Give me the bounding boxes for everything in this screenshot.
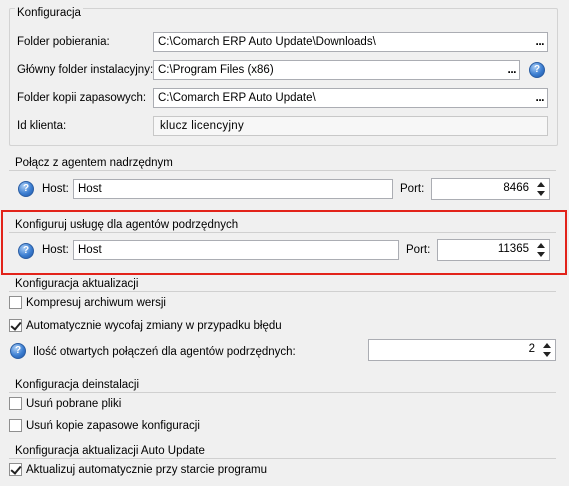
parent-port-spinner[interactable]: 8466 — [431, 178, 550, 200]
parent-port-value: 8466 — [503, 182, 529, 194]
child-agents-separator — [9, 232, 556, 233]
install-folder-value: C:\Program Files (x86) — [158, 64, 274, 76]
parent-host-label: Host: — [42, 183, 69, 195]
child-agents-help-icon[interactable]: ? — [18, 243, 34, 259]
connections-up-icon[interactable] — [543, 343, 551, 348]
child-agents-title: Konfiguruj usługę dla agentów podrzędnyc… — [15, 219, 239, 231]
update-config-title: Konfiguracja aktualizacji — [15, 278, 139, 290]
uninstall-config-separator — [9, 392, 556, 393]
client-id-label: Id klienta: — [17, 120, 67, 132]
parent-host-field[interactable]: Host — [73, 179, 393, 199]
parent-host-value: Host — [78, 183, 102, 195]
parent-port-up-icon[interactable] — [537, 182, 545, 187]
remove-backups-checkbox[interactable] — [9, 419, 22, 432]
download-folder-value: C:\Comarch ERP Auto Update\Downloads\ — [158, 36, 376, 48]
connections-down-icon[interactable] — [543, 352, 551, 357]
backup-folder-label: Folder kopii zapasowych: — [17, 92, 147, 104]
compress-checkbox[interactable] — [9, 296, 22, 309]
install-folder-help-icon[interactable]: ? — [529, 62, 545, 78]
install-folder-label: Główny folder instalacyjny: — [17, 64, 154, 76]
child-host-field[interactable]: Host — [73, 240, 399, 260]
uninstall-config-title: Konfiguracja deinstalacji — [15, 379, 140, 391]
child-host-label: Host: — [42, 244, 69, 256]
backup-folder-value: C:\Comarch ERP Auto Update\ — [158, 92, 316, 104]
connections-value: 2 — [528, 343, 535, 355]
parent-agent-separator — [9, 170, 556, 171]
child-host-value: Host — [78, 244, 102, 256]
remove-downloads-checkbox[interactable] — [9, 397, 22, 410]
child-port-label: Port: — [406, 244, 431, 256]
connections-stepper-arrows[interactable] — [541, 341, 553, 359]
autoupdate-config-separator — [9, 458, 556, 459]
compress-label[interactable]: Kompresuj archiwum wersji — [26, 297, 166, 309]
client-id-value: klucz licencyjny — [160, 120, 245, 132]
child-port-value: 11365 — [497, 243, 529, 255]
parent-agent-help-icon[interactable]: ? — [18, 181, 34, 197]
config-title: Konfiguracja — [15, 7, 83, 19]
backup-folder-field[interactable]: C:\Comarch ERP Auto Update\ ... — [153, 88, 548, 108]
remove-backups-label[interactable]: Usuń kopie zapasowe konfiguracji — [26, 420, 200, 432]
update-config-separator — [9, 291, 556, 292]
parent-agent-title: Połącz z agentem nadrzędnym — [15, 157, 173, 169]
rollback-label[interactable]: Automatycznie wycofaj zmiany w przypadku… — [26, 320, 282, 332]
parent-port-down-icon[interactable] — [537, 191, 545, 196]
remove-downloads-label[interactable]: Usuń pobrane pliki — [26, 398, 121, 410]
connections-label: Ilość otwartych połączeń dla agentów pod… — [33, 346, 296, 358]
child-port-spinner[interactable]: 11365 — [437, 239, 550, 261]
child-port-up-icon[interactable] — [537, 243, 545, 248]
autoupdate-config-title: Konfiguracja aktualizacji Auto Update — [15, 445, 205, 457]
connections-spinner[interactable]: 2 — [368, 339, 556, 361]
child-port-down-icon[interactable] — [537, 252, 545, 257]
auto-update-checkbox[interactable] — [9, 463, 22, 476]
parent-port-stepper-arrows[interactable] — [535, 180, 547, 198]
browse-backup-button[interactable]: ... — [535, 91, 544, 103]
auto-update-label[interactable]: Aktualizuj automatycznie przy starcie pr… — [26, 464, 267, 476]
parent-port-label: Port: — [400, 183, 425, 195]
client-id-field[interactable]: klucz licencyjny — [153, 116, 548, 136]
download-folder-label: Folder pobierania: — [17, 36, 110, 48]
child-port-stepper-arrows[interactable] — [535, 241, 547, 259]
install-folder-field[interactable]: C:\Program Files (x86) ... — [153, 60, 520, 80]
browse-install-button[interactable]: ... — [507, 63, 516, 75]
connections-help-icon[interactable]: ? — [10, 343, 26, 359]
download-folder-field[interactable]: C:\Comarch ERP Auto Update\Downloads\ ..… — [153, 32, 548, 52]
browse-download-button[interactable]: ... — [535, 35, 544, 47]
rollback-checkbox[interactable] — [9, 319, 22, 332]
